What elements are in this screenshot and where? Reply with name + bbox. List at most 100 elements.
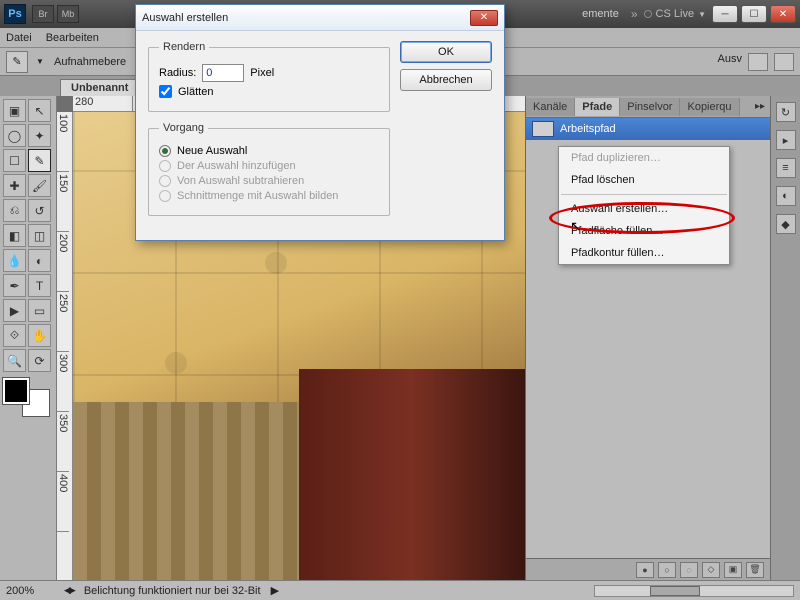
document-tab[interactable]: Unbenannt (60, 79, 139, 96)
path-thumb-icon (532, 121, 554, 137)
zoom-tool[interactable]: 🔍 (3, 349, 26, 372)
dodge-tool[interactable]: ◐ (28, 249, 51, 272)
tool-preset-dropdown[interactable]: ▼ (36, 57, 46, 66)
history-panel-icon[interactable]: ↻ (776, 102, 796, 122)
op-new-label: Neue Auswahl (177, 145, 247, 157)
radius-input[interactable] (202, 64, 244, 82)
minimize-button[interactable]: ─ (712, 5, 738, 23)
zoom-value[interactable]: 200% (6, 585, 54, 597)
canvas-artwork (73, 402, 299, 580)
radio-icon (159, 190, 171, 202)
render-legend: Rendern (159, 41, 209, 53)
brush-tool[interactable]: 🖌 (28, 174, 51, 197)
close-button[interactable]: ✕ (770, 5, 796, 23)
operation-fieldset: Vorgang Neue Auswahl Der Auswahl hinzufü… (148, 122, 390, 216)
move-tool[interactable]: ▣ (3, 99, 26, 122)
pen-tool[interactable]: ✒ (3, 274, 26, 297)
tab-paths[interactable]: Pfade (575, 98, 620, 116)
tab-channels[interactable]: Kanäle (526, 98, 575, 116)
ruler-tick: 350 (57, 412, 69, 472)
op-add-selection: Der Auswahl hinzufügen (159, 160, 379, 172)
dialog-titlebar[interactable]: Auswahl erstellen ✕ (136, 5, 504, 31)
ctx-make-selection[interactable]: Auswahl erstellen… (559, 198, 729, 220)
minibridge-button[interactable]: Mb (57, 5, 79, 23)
paths-context-menu: Pfad duplizieren… Pfad löschen Auswahl e… (558, 146, 730, 265)
3d-tool[interactable]: ⟐ (3, 324, 26, 347)
ok-button[interactable]: OK (400, 41, 492, 63)
chevrons-icon[interactable]: » (631, 7, 638, 21)
color-swatches[interactable] (3, 378, 53, 416)
op-int-label: Schnittmenge mit Auswahl bilden (177, 190, 338, 202)
render-fieldset: Rendern Radius: Pixel Glätten (148, 41, 390, 112)
healing-brush-tool[interactable]: ✚ (3, 174, 26, 197)
ruler-tick: 250 (57, 292, 69, 352)
cslive-menu[interactable]: CS Live ▼ (644, 8, 706, 20)
new-path-button[interactable]: ▣ (724, 562, 742, 578)
dropdown-icon: ▼ (698, 10, 706, 19)
canvas-artwork (299, 369, 525, 580)
horizontal-scrollbar[interactable] (594, 585, 794, 597)
ruler-tick: 400 (57, 472, 69, 532)
ruler-vertical[interactable]: 100 150 200 250 300 350 400 (57, 112, 73, 580)
shape-tool[interactable]: ▭ (28, 299, 51, 322)
op-new-selection[interactable]: Neue Auswahl (159, 145, 379, 157)
panel-flyout-icon[interactable]: ▸▸ (750, 101, 770, 112)
maximize-button[interactable]: ☐ (741, 5, 767, 23)
clone-stamp-tool[interactable]: ⎌ (3, 199, 26, 222)
eyedropper-icon[interactable]: ✎ (6, 51, 28, 73)
chevron-right-icon[interactable]: ▶ (271, 584, 279, 597)
op-intersect-selection: Schnittmenge mit Auswahl bilden (159, 190, 379, 202)
dialog-close-button[interactable]: ✕ (470, 10, 498, 26)
op-add-label: Der Auswahl hinzufügen (177, 160, 296, 172)
cancel-button[interactable]: Abbrechen (400, 69, 492, 91)
history-brush-tool[interactable]: ↺ (28, 199, 51, 222)
tab-clone-source[interactable]: Kopierqu (680, 98, 739, 116)
lasso-tool[interactable]: ◯ (3, 124, 26, 147)
radio-icon (159, 175, 171, 187)
hand-tool[interactable]: ✋ (28, 324, 51, 347)
magic-wand-tool[interactable]: ✦ (28, 124, 51, 147)
ctx-stroke-path[interactable]: Pfadkontur füllen… (559, 242, 729, 264)
bridge-button[interactable]: Br (32, 5, 54, 23)
path-item-label: Arbeitspfad (560, 123, 616, 135)
path-select-tool[interactable]: ▶ (3, 299, 26, 322)
blur-tool[interactable]: 💧 (3, 249, 26, 272)
nav-arrows-icon[interactable]: ◀▶ (64, 585, 74, 596)
fill-path-button[interactable]: ● (636, 562, 654, 578)
make-work-path-button[interactable]: ◇ (702, 562, 720, 578)
load-selection-button[interactable]: ◌ (680, 562, 698, 578)
menu-edit[interactable]: Bearbeiten (46, 32, 99, 44)
workspace-switcher[interactable]: emente (582, 8, 619, 20)
radius-label: Radius: (159, 67, 196, 79)
rotate-view-tool[interactable]: ⟳ (28, 349, 51, 372)
styles-panel-icon[interactable]: ◆ (776, 214, 796, 234)
layers-panel-icon[interactable]: ≡ (776, 158, 796, 178)
path-item-work-path[interactable]: Arbeitspfad (526, 118, 770, 140)
type-tool[interactable]: T (28, 274, 51, 297)
foreground-swatch[interactable] (3, 378, 29, 404)
collapsed-panel-strip: ↻ ▸ ≡ ◐ ◆ (770, 96, 800, 580)
crop-tool[interactable]: ☐ (3, 149, 26, 172)
op-sub-label: Von Auswahl subtrahieren (177, 175, 304, 187)
status-bar: 200% ◀▶ Belichtung funktioniert nur bei … (0, 580, 800, 600)
ctx-fill-path[interactable]: Pfadfläche füllen… (559, 220, 729, 242)
toolbox: ▣ ↖ ◯ ✦ ☐ ✎ ✚ 🖌 ⎌ ↺ ◧ ◫ 💧 ◐ ✒ T ▶ ▭ ⟐ ✋ … (0, 96, 57, 580)
antialias-checkbox[interactable] (159, 85, 172, 98)
tab-brush-presets[interactable]: Pinselvor (620, 98, 680, 116)
arrange-button[interactable] (774, 53, 794, 71)
ctx-delete-path[interactable]: Pfad löschen (559, 169, 729, 191)
scrollbar-thumb[interactable] (650, 586, 700, 596)
adjustments-panel-icon[interactable]: ◐ (776, 186, 796, 206)
status-message: Belichtung funktioniert nur bei 32-Bit (84, 585, 261, 597)
marquee-tool[interactable]: ↖ (28, 99, 51, 122)
gradient-tool[interactable]: ◫ (28, 224, 51, 247)
delete-path-button[interactable]: 🗑 (746, 562, 764, 578)
menu-file[interactable]: Datei (6, 32, 32, 44)
actions-panel-icon[interactable]: ▸ (776, 130, 796, 150)
status-dot-icon (644, 10, 652, 18)
stroke-path-button[interactable]: ○ (658, 562, 676, 578)
radio-icon (159, 160, 171, 172)
eraser-tool[interactable]: ◧ (3, 224, 26, 247)
screen-mode-button[interactable] (748, 53, 768, 71)
eyedropper-tool[interactable]: ✎ (28, 149, 51, 172)
